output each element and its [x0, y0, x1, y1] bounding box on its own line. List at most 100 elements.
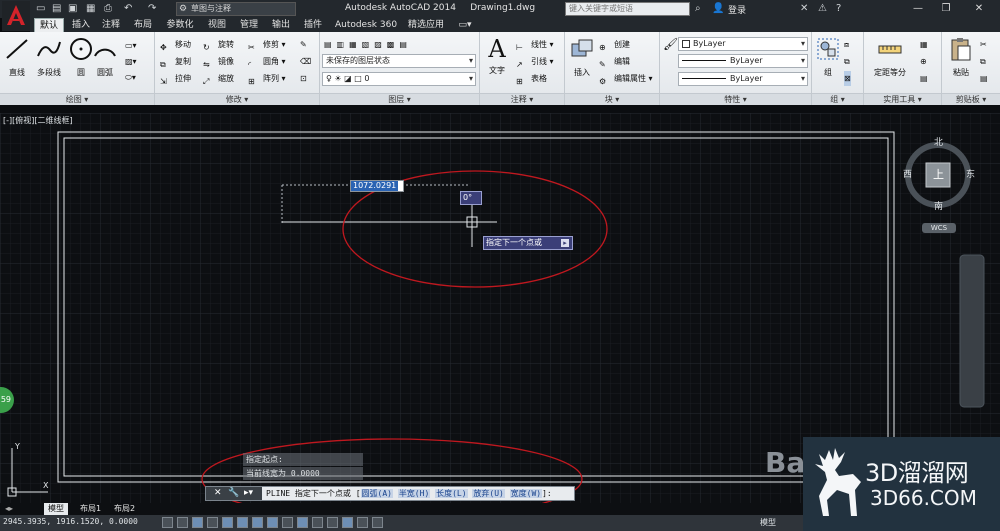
copy-tool[interactable]: ⧉ 复制 [160, 54, 191, 69]
scale-tool[interactable]: ⤢ 缩放 [203, 71, 234, 86]
tab-layout2[interactable]: 布局2 [110, 503, 139, 515]
tab-output[interactable]: 输出 [268, 18, 294, 32]
help-icon[interactable]: ? [836, 2, 841, 16]
save-icon[interactable]: ▣ [68, 2, 77, 16]
clipboard-panel-title[interactable]: 剪贴板 ▾ [942, 93, 1000, 105]
model-space-label[interactable]: 模型 [760, 517, 776, 528]
modify-panel-title[interactable]: 修改 ▾ [155, 93, 319, 105]
workspace-dropdown[interactable]: ⚙ 草图与注释 [176, 2, 296, 16]
option-undo[interactable]: 放弃(U) [472, 489, 505, 498]
wrench-icon[interactable]: 🔧 [228, 487, 239, 500]
trim-tool[interactable]: ✂ 修剪 ▾ [248, 37, 286, 52]
search-input[interactable]: 键入关键字或短语 [565, 2, 690, 16]
binoculars-search-icon[interactable]: ⌕ [695, 2, 701, 16]
dynamic-input-toggle[interactable] [297, 517, 308, 528]
undo-icon[interactable]: ↶ [124, 2, 132, 16]
insert-block-tool[interactable]: 插入 [565, 36, 599, 78]
lineweight-dropdown[interactable]: ByLayer [678, 72, 808, 86]
new-file-icon[interactable]: ▭ [36, 2, 45, 16]
tab-parametric[interactable]: 参数化 [162, 18, 198, 32]
rectangle-icon[interactable]: ▭▾ [125, 38, 137, 53]
dynamic-input-angle[interactable]: 0° [460, 191, 482, 205]
annotation-monitor-toggle[interactable] [372, 517, 383, 528]
stretch-tool[interactable]: ⇲ 拉伸 [160, 71, 191, 86]
utilities-panel-title[interactable]: 实用工具 ▾ [864, 93, 941, 105]
group-edit-icon[interactable]: ⧉ [844, 54, 850, 69]
explode-icon[interactable]: ⊡ [300, 71, 307, 86]
tab-annotate[interactable]: 注释 [98, 18, 124, 32]
option-halfwidth[interactable]: 半宽(H) [397, 489, 431, 498]
snap-toggle[interactable] [177, 517, 188, 528]
mirror-tool[interactable]: ⇋ 镜像 [203, 54, 234, 69]
groups-panel-title[interactable]: 组 ▾ [812, 93, 863, 105]
color-dropdown[interactable]: ByLayer [678, 37, 808, 51]
open-file-icon[interactable]: ▤ [52, 2, 61, 16]
restore-button[interactable]: ❐ [935, 2, 957, 16]
linetype-dropdown[interactable]: ByLayer [678, 54, 808, 68]
edit-block-tool[interactable]: ✎ 编辑 [599, 54, 630, 69]
layers-panel-title[interactable]: 图层 ▾ [320, 93, 479, 105]
tab-layout[interactable]: 布局 [130, 18, 156, 32]
login-link[interactable]: 登录 [728, 3, 746, 16]
draw-panel-title[interactable]: 绘图 ▾ [0, 93, 154, 105]
close-icon[interactable]: ✕ [214, 487, 222, 500]
saveas-icon[interactable]: ▦ [86, 2, 95, 16]
otrack-toggle[interactable] [267, 517, 278, 528]
lineweight-toggle[interactable] [312, 517, 323, 528]
polyline-tool[interactable]: 多段线 [30, 36, 68, 78]
3d-osnap-toggle[interactable] [252, 517, 263, 528]
exchange-apps-icon[interactable]: ✕ [800, 2, 808, 16]
application-menu-button[interactable] [2, 1, 30, 31]
print-icon[interactable]: ⎙ [104, 2, 112, 16]
viewcube-east[interactable]: 东 [966, 167, 975, 180]
close-button[interactable]: ✕ [968, 2, 990, 16]
command-prompt[interactable]: PLINE 指定下一个点或 [圆弧(A) 半宽(H) 长度(L) 放弃(U) 宽… [266, 487, 552, 500]
polar-toggle[interactable] [222, 517, 233, 528]
dynamic-input-length[interactable]: 1072.0291 [350, 180, 404, 192]
match-properties-icon[interactable]: 🖌 [663, 37, 678, 52]
leader-tool[interactable]: ↗ 引线 ▾ [516, 54, 554, 69]
wcs-menu[interactable]: WCS [922, 223, 956, 233]
user-icon[interactable]: 👤 [712, 2, 724, 16]
tab-layout1[interactable]: 布局1 [76, 503, 105, 515]
option-width[interactable]: 宽度(W) [509, 489, 543, 498]
paste-special-icon[interactable]: ▤ [980, 71, 988, 86]
line-tool[interactable]: 直线 [0, 36, 34, 78]
quick-properties-toggle[interactable] [342, 517, 353, 528]
array-tool[interactable]: ⊞ 阵列 ▾ [248, 71, 286, 86]
measure-tool[interactable]: 定距等分 [868, 36, 912, 78]
grid-toggle[interactable] [192, 517, 203, 528]
recent-commands-icon[interactable]: ▸▾ [244, 487, 253, 500]
minimize-button[interactable]: — [907, 2, 929, 16]
id-point-icon[interactable]: ⊕ [920, 54, 927, 69]
redo-icon[interactable]: ↷ [148, 2, 156, 16]
tab-model[interactable]: 模型 [44, 503, 68, 515]
text-tool[interactable]: A 文字 [480, 36, 514, 76]
transparency-toggle[interactable] [327, 517, 338, 528]
a360-icon[interactable]: ⚠ [818, 2, 827, 16]
viewport-controls[interactable]: [-][俯视][二维线框] [3, 115, 73, 126]
group-tool[interactable]: 组 [814, 36, 842, 78]
ortho-toggle[interactable] [207, 517, 218, 528]
rotate-tool[interactable]: ↻ 旋转 [203, 37, 234, 52]
brush-icon[interactable]: ✎ [300, 37, 307, 52]
cut-icon[interactable]: ✂ [980, 37, 987, 52]
viewcube-south[interactable]: 南 [934, 199, 943, 212]
paste-tool[interactable]: 粘贴 [944, 36, 978, 78]
option-length[interactable]: 长度(L) [435, 489, 468, 498]
move-tool[interactable]: ✥ 移动 [160, 37, 191, 52]
command-line[interactable]: ✕ 🔧 ▸▾ PLINE 指定下一个点或 [圆弧(A) 半宽(H) 长度(L) … [205, 486, 575, 501]
group-select-icon[interactable]: ⊠ [844, 71, 851, 86]
properties-panel-title[interactable]: 特性 ▾ [660, 93, 811, 105]
table-tool[interactable]: ⊞ 表格 [516, 71, 547, 86]
erase-icon[interactable]: ⌫ [300, 54, 311, 69]
command-line-handle[interactable]: ✕ 🔧 ▸▾ [206, 487, 262, 500]
tab-autodesk360[interactable]: Autodesk 360 [334, 18, 398, 32]
ellipse-icon[interactable]: ⬭▾ [125, 70, 136, 85]
calculator-icon[interactable]: ▤ [920, 71, 928, 86]
quick-calc-icon[interactable]: ▦ [920, 37, 928, 52]
tab-addins[interactable]: 插件 [300, 18, 326, 32]
fillet-tool[interactable]: ◜ 圆角 ▾ [248, 54, 286, 69]
osnap-toggle[interactable] [237, 517, 248, 528]
tab-view[interactable]: 视图 [204, 18, 230, 32]
